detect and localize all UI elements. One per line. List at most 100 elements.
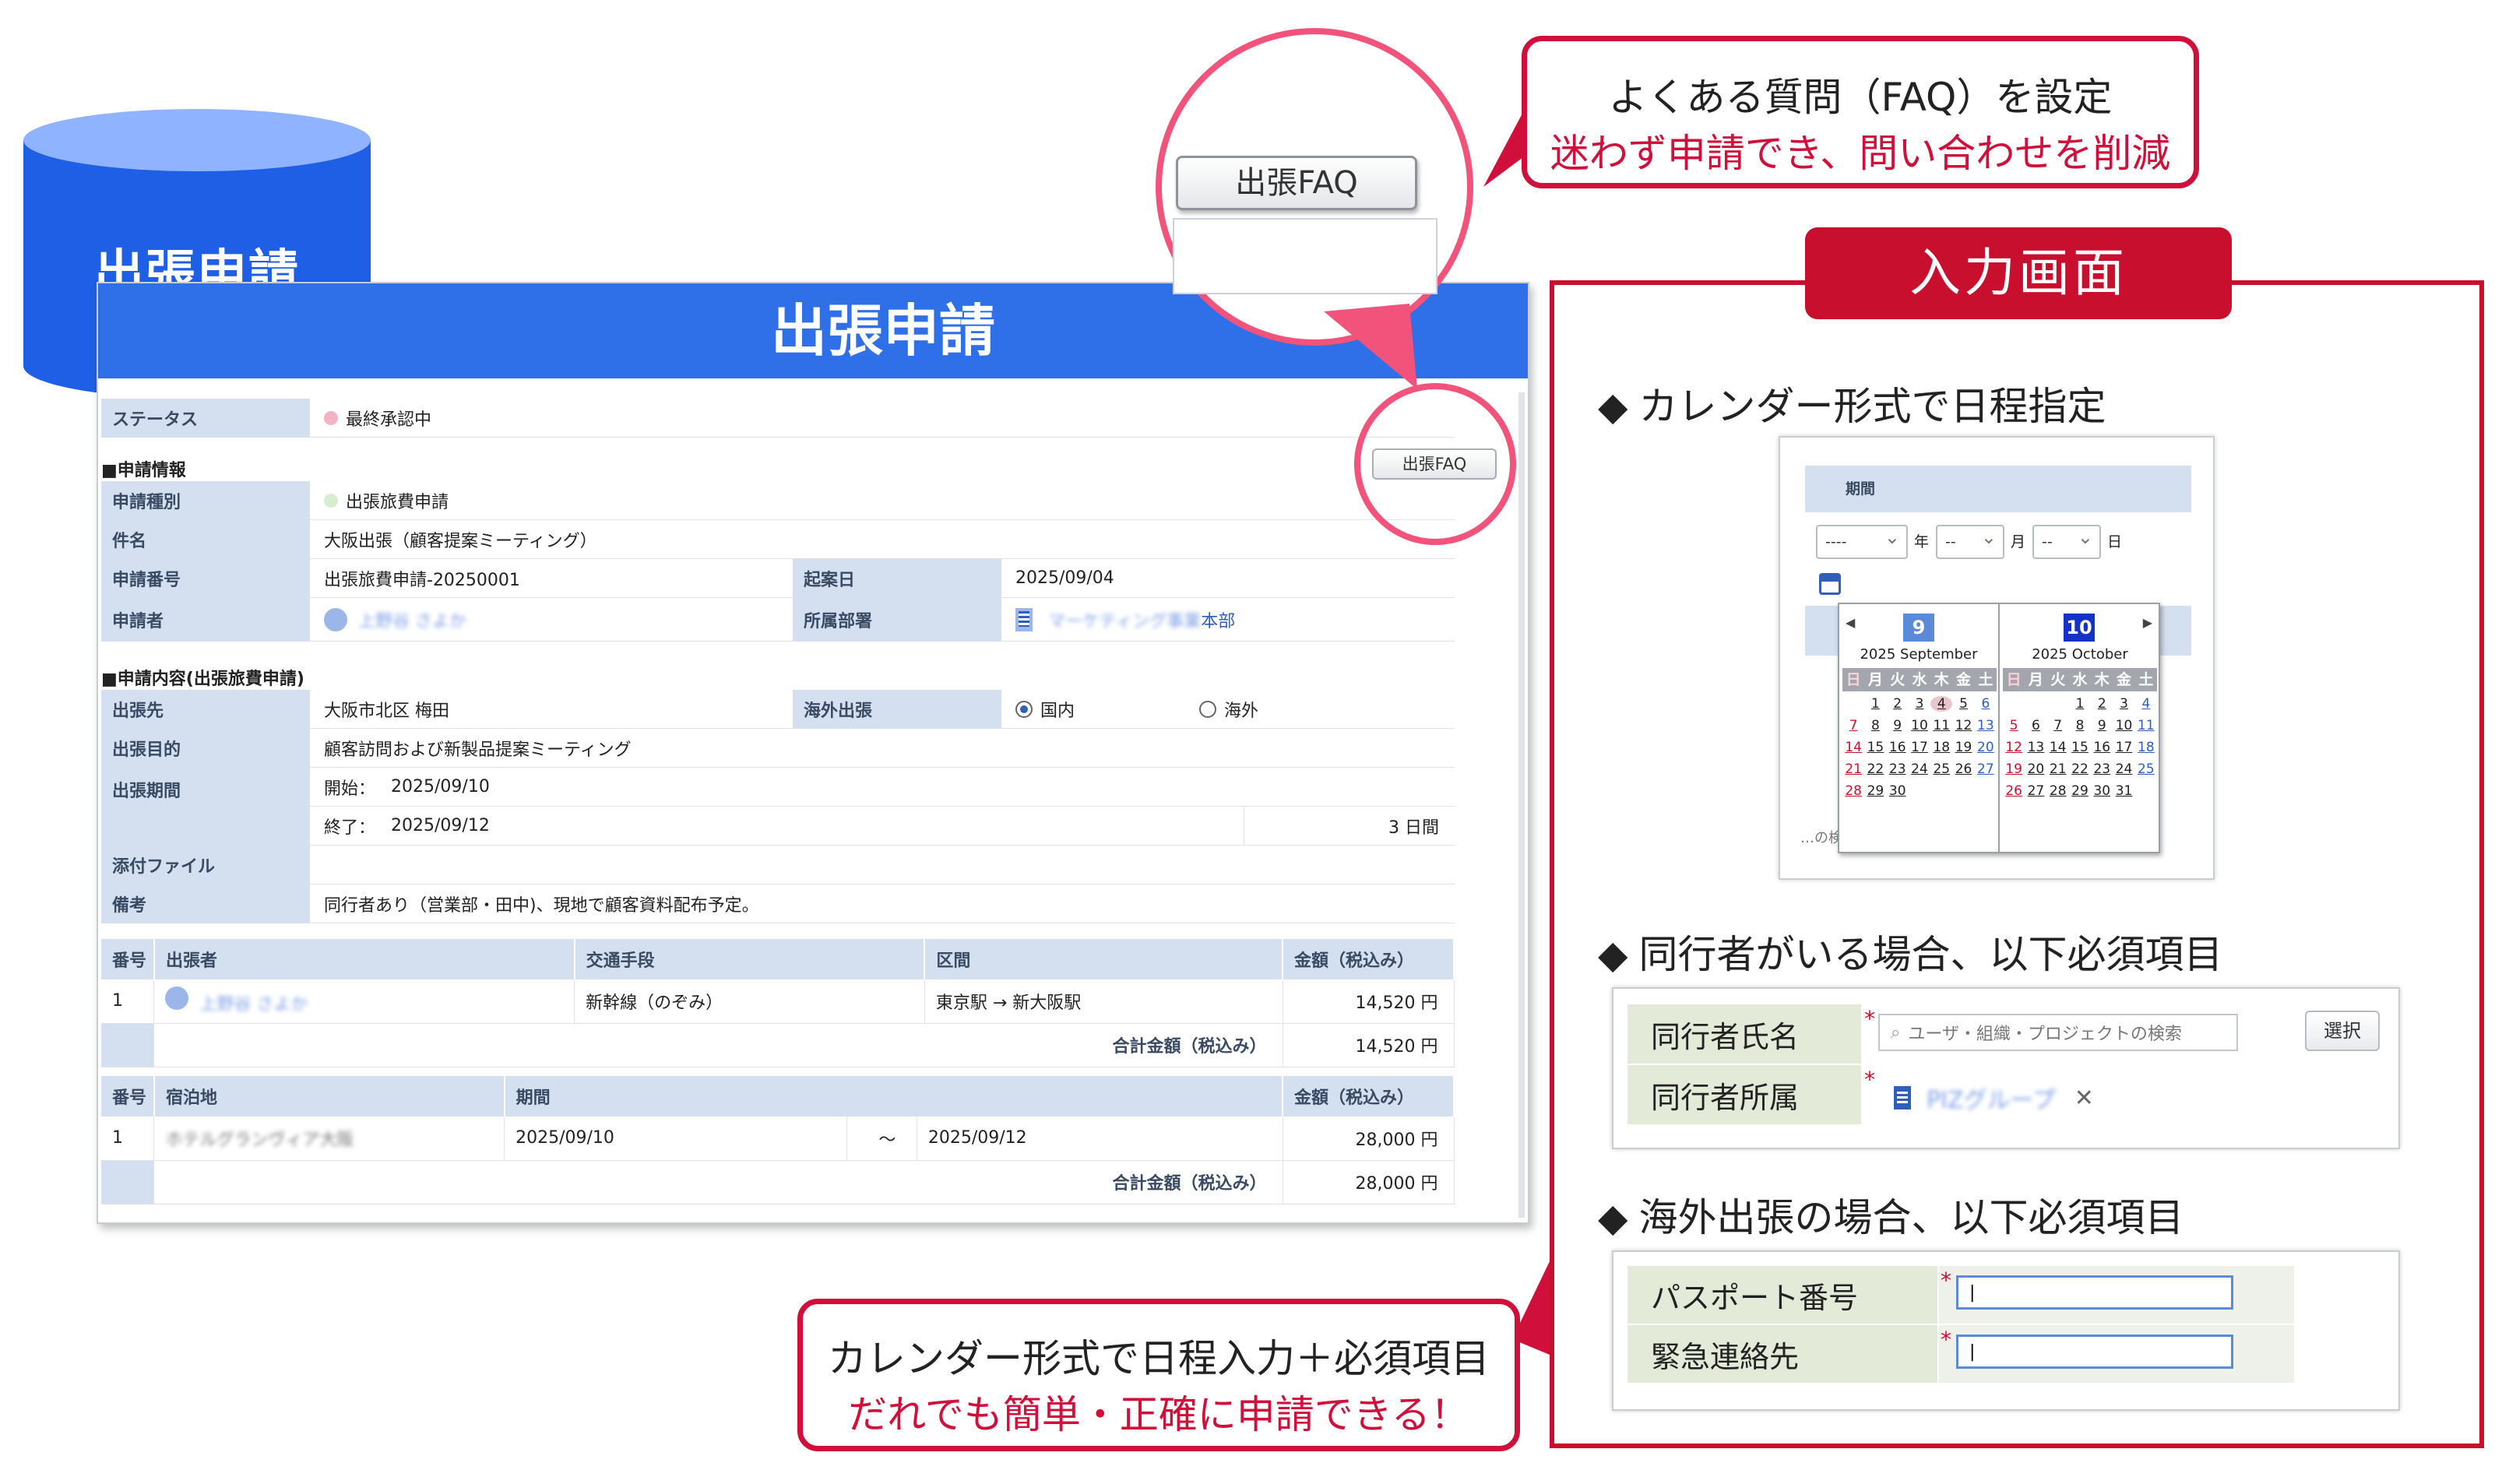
calendar-day[interactable]: 6	[2025, 718, 2046, 733]
calendar-day[interactable]: 11	[1930, 718, 1952, 733]
calendar-day[interactable]: 15	[1864, 740, 1886, 755]
calendar-day[interactable]: 13	[2025, 740, 2046, 755]
calendar-day[interactable]: 27	[2025, 783, 2046, 799]
year-select[interactable]: ----	[1816, 522, 1908, 559]
calendar-day[interactable]: 9	[1887, 718, 1909, 733]
calendar-day[interactable]: 10	[1909, 718, 1930, 733]
day-select[interactable]: --	[2032, 522, 2101, 559]
calendar-day[interactable]: 18	[1930, 740, 1952, 755]
transport-header-row: 番号 出張者 交通手段 区間 金額（税込み）	[101, 939, 1455, 979]
radio-overseas[interactable]	[1199, 700, 1217, 718]
calendar-day[interactable]: 3	[1909, 696, 1930, 712]
calendar-day[interactable]: 5	[2003, 718, 2025, 733]
weekday-label: 水	[1912, 671, 1927, 688]
calendar-day[interactable]: 6	[1975, 696, 1997, 712]
calendar-day[interactable]: 7	[1842, 718, 1864, 733]
calendar-day[interactable]: 26	[2003, 783, 2025, 799]
cell-amount: 28,000 円	[1283, 1117, 1455, 1161]
calendar-day[interactable]: 16	[2091, 740, 2113, 755]
purpose-row: 出張目的 顧客訪問および新製品提案ミーティング	[101, 729, 1455, 768]
calendar-day[interactable]: 30	[1887, 783, 1909, 799]
calendar-day[interactable]: 25	[1930, 761, 1952, 777]
calendar-day[interactable]: 24	[2113, 761, 2134, 777]
calendar-day[interactable]: 17	[2113, 740, 2134, 755]
travel-application-form: 出張申請 ステータス 最終承認中 ■申請情報 出張FAQ 申請種別 出張旅費申請…	[97, 282, 1529, 1224]
attachment-row: 添付ファイル	[101, 846, 1455, 884]
period-end-row: 終了： 2025/09/12 3 日間	[310, 807, 1455, 846]
calendar-day[interactable]: 16	[1887, 740, 1909, 755]
calendar-day[interactable]: 8	[2069, 718, 2091, 733]
day-grid: 1 2 3 4 5 6 7 8 9 10 11 12 13 14 15 16 17 18 19 20 21 22 23 24 2…	[2003, 696, 2157, 799]
calendar-day[interactable]: 23	[2091, 761, 2113, 777]
passport-input[interactable]: |	[1956, 1275, 2233, 1310]
calendar-day[interactable]: 28	[1842, 783, 1864, 799]
calendar-day[interactable]: 2	[2091, 696, 2113, 712]
application-type-text: 出張旅費申請	[346, 492, 449, 512]
month-select[interactable]: --	[1936, 522, 2004, 559]
calendar-day[interactable]: 12	[2003, 740, 2025, 755]
calendar-day[interactable]: 8	[1864, 718, 1886, 733]
calendar-day[interactable]: 24	[1909, 761, 1930, 777]
calendar-day[interactable]: 26	[1952, 761, 1974, 777]
radio-domestic[interactable]	[1015, 700, 1033, 718]
emergency-input[interactable]: |	[1956, 1335, 2233, 1369]
calendar-day[interactable]: 3	[2113, 696, 2134, 712]
weekday-label: 木	[2094, 671, 2110, 688]
calendar-day[interactable]: 30	[2091, 783, 2113, 799]
overseas-value: 国内 海外	[1001, 690, 1455, 729]
weekday-header: 日月火水木金土	[1842, 668, 1997, 691]
calendar-day[interactable]: 18	[2135, 740, 2157, 755]
calendar-day[interactable]: 20	[2025, 761, 2046, 777]
calendar-day[interactable]: 4	[1930, 696, 1953, 712]
faq-button[interactable]: 出張FAQ	[1372, 448, 1497, 480]
calendar-day[interactable]: 17	[1909, 740, 1930, 755]
calendar-day[interactable]: 22	[1864, 761, 1886, 777]
calendar-day[interactable]: 31	[2113, 783, 2134, 799]
calendar-day[interactable]: 9	[2091, 718, 2113, 733]
calendar-day[interactable]: 13	[1975, 718, 1997, 733]
calendar-day[interactable]: 10	[2113, 718, 2134, 733]
attachment-value[interactable]	[310, 846, 1455, 884]
calendar-day[interactable]: 23	[1887, 761, 1909, 777]
calendar-day[interactable]: 19	[1952, 740, 1974, 755]
callout-faq-line1: よくある質問（FAQ）を設定	[1608, 75, 2113, 120]
calendar-day[interactable]: 27	[1975, 761, 1997, 777]
truncated-text: …の検	[1800, 830, 1842, 846]
calendar-day[interactable]: 21	[1842, 761, 1864, 777]
calendar-widget: 期間 ---- 年 -- 月 -- 日 …の検 ◀ ▶ 92025 Septem…	[1779, 436, 2215, 880]
applicant-label: 申請者	[101, 598, 310, 642]
calendar-day[interactable]: 1	[2069, 696, 2091, 712]
select-button[interactable]: 選択	[2305, 1011, 2380, 1051]
calendar-day[interactable]: 5	[1952, 696, 1974, 712]
calendar-day[interactable]: 22	[2069, 761, 2091, 777]
cell-section: 東京駅 → 新大阪駅	[924, 979, 1283, 1024]
calendar-day[interactable]: 11	[2135, 718, 2157, 733]
department-name-blurred: マーケティング事業	[1048, 611, 1202, 631]
calendar-day[interactable]: 15	[2069, 740, 2091, 755]
calendar-day[interactable]: 19	[2003, 761, 2025, 777]
calendar-day[interactable]: 1	[1864, 696, 1886, 712]
remove-icon[interactable]: ✕	[2074, 1085, 2094, 1112]
calendar-day[interactable]: 7	[2047, 718, 2069, 733]
magnified-faq-button[interactable]: 出張FAQ	[1176, 156, 1417, 210]
calendar-day[interactable]: 21	[2047, 761, 2069, 777]
calendar-day[interactable]: 28	[2047, 783, 2069, 799]
calendar-day[interactable]: 20	[1975, 740, 1997, 755]
destination-label: 出張先	[101, 690, 310, 729]
calendar-day[interactable]: 29	[1864, 783, 1886, 799]
calendar-day[interactable]: 4	[2135, 696, 2157, 712]
callout-calendar-line2: だれでも簡単・正確に申請できる！	[848, 1392, 1469, 1437]
calendar-day[interactable]: 14	[2047, 740, 2069, 755]
calendar-day[interactable]: 14	[1842, 740, 1864, 755]
calendar-popup: ◀ ▶ 9 2025 September 日月火水木金土 1 2 3 4 5 6 7 8 9 10 11 1…	[1838, 603, 2160, 853]
calendar-day[interactable]: 12	[1952, 718, 1974, 733]
calendar-day[interactable]: 2	[1887, 696, 1909, 712]
month-name: 2025 September	[1860, 646, 1978, 663]
companion-search-input[interactable]: ⌕ ユーザ・組織・プロジェクトの検索	[1878, 1014, 2238, 1051]
form-scrollbar[interactable]	[1518, 392, 1525, 1218]
calendar-day[interactable]: 25	[2135, 761, 2157, 777]
calendar-day[interactable]: 29	[2069, 783, 2091, 799]
calendar-icon[interactable]	[1819, 573, 1841, 595]
companion-org-label: 同行者所属	[1627, 1065, 1861, 1124]
applicant-row: 申請者 上野谷 さよか 所属部署 マーケティング事業 本部	[101, 598, 1455, 642]
